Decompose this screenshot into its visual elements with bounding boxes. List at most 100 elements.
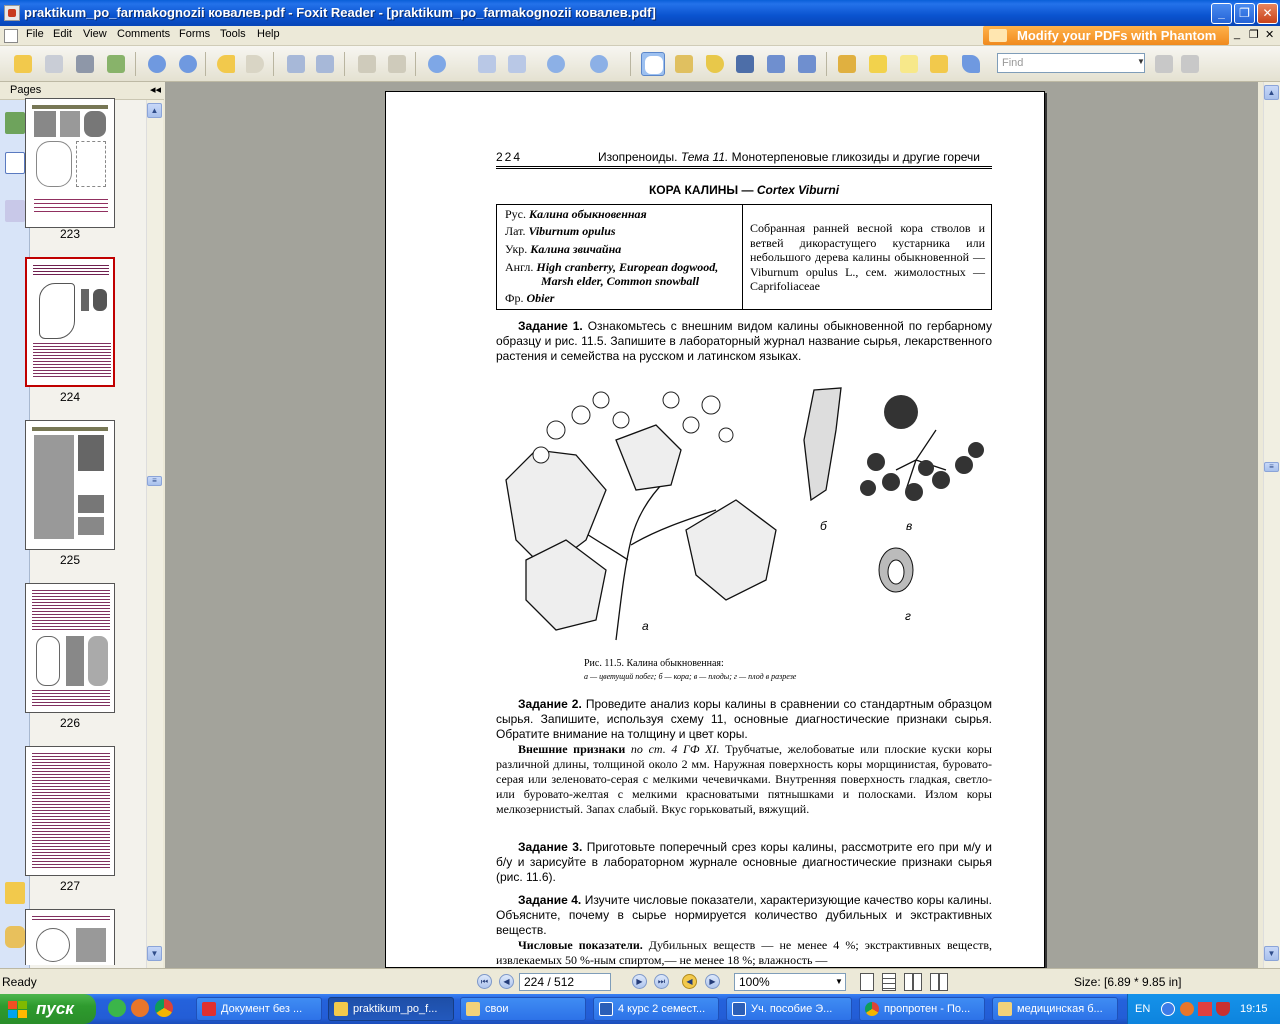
tray-app-icon[interactable] — [1180, 1002, 1194, 1016]
page-thumbnail[interactable] — [25, 583, 115, 713]
menu-comments[interactable]: Comments — [117, 28, 170, 40]
doc-close-button[interactable]: ✕ — [1265, 28, 1274, 41]
page-thumbnail[interactable] — [25, 98, 115, 228]
next-page-icon[interactable]: ▶ — [632, 974, 647, 989]
select-text-icon[interactable] — [672, 52, 696, 76]
quicklaunch-icon[interactable] — [108, 999, 126, 1017]
last-page-icon[interactable]: ⏭ — [654, 974, 669, 989]
forward-icon[interactable] — [243, 52, 267, 76]
minimize-button[interactable]: _ — [1211, 3, 1232, 24]
pages-icon[interactable] — [5, 152, 25, 174]
foxit-app-icon[interactable] — [4, 5, 20, 21]
snapshot-icon[interactable] — [795, 52, 819, 76]
go-forward-icon[interactable]: ▶ — [705, 974, 720, 989]
extract-icon[interactable] — [284, 52, 308, 76]
go-back-icon[interactable]: ◀ — [682, 974, 697, 989]
document-scrollbar[interactable]: ▲ ≡ ▼ — [1263, 82, 1280, 968]
taskbar-button[interactable]: Документ без ... — [196, 997, 322, 1021]
print-icon[interactable] — [73, 52, 97, 76]
collapse-panel-icon[interactable]: ◂◂ — [150, 83, 161, 96]
textbox-icon[interactable] — [897, 52, 921, 76]
zoom-dropdown-icon[interactable]: ▼ — [835, 977, 843, 986]
page-thumbnail[interactable] — [25, 420, 115, 550]
edit-icon[interactable] — [835, 52, 859, 76]
start-button[interactable]: пуск — [0, 994, 96, 1024]
bookmarks-icon[interactable] — [5, 112, 25, 134]
find-prev-icon[interactable] — [1152, 52, 1176, 76]
taskbar-button[interactable]: Уч. пособие Э... — [726, 997, 852, 1021]
save-icon[interactable] — [42, 52, 66, 76]
highlight-icon[interactable] — [866, 52, 890, 76]
hand-tool-icon[interactable] — [641, 52, 665, 76]
zoom-select[interactable]: 100% — [734, 973, 846, 991]
chrome-icon[interactable] — [155, 999, 173, 1017]
next-page-icon[interactable] — [176, 52, 200, 76]
fit-width-icon[interactable] — [505, 52, 529, 76]
prev-page-icon[interactable]: ◀ — [499, 974, 514, 989]
menu-file[interactable]: File — [26, 28, 44, 40]
zoom-in-icon[interactable] — [587, 52, 611, 76]
doc-minimize-button[interactable]: _ — [1234, 28, 1240, 40]
taskbar-button[interactable]: 4 курс 2 семест... — [593, 997, 719, 1021]
scroll-down-button[interactable]: ▼ — [1264, 946, 1279, 961]
language-indicator[interactable]: EN — [1135, 1003, 1150, 1015]
maximize-button[interactable]: ❐ — [1234, 3, 1255, 24]
page-thumbnail[interactable] — [25, 909, 115, 965]
undo-icon[interactable] — [355, 52, 379, 76]
menu-edit[interactable]: Edit — [53, 28, 72, 40]
scroll-down-button[interactable]: ▼ — [147, 946, 162, 961]
insert-icon[interactable] — [313, 52, 337, 76]
scroll-thumb[interactable]: ≡ — [147, 476, 162, 486]
scroll-thumb[interactable]: ≡ — [1264, 462, 1279, 472]
first-page-icon[interactable]: ⏮ — [477, 974, 492, 989]
fit-page-icon[interactable] — [475, 52, 499, 76]
close-button[interactable]: ✕ — [1257, 3, 1278, 24]
arrow-icon[interactable] — [959, 52, 983, 76]
layers-icon[interactable] — [5, 200, 25, 222]
back-icon[interactable] — [214, 52, 238, 76]
email-icon[interactable] — [104, 52, 128, 76]
taskbar-button[interactable]: пропротен - По... — [859, 997, 985, 1021]
binoculars-icon[interactable] — [733, 52, 757, 76]
system-tray: EN 19:15 — [1127, 994, 1280, 1024]
open-icon[interactable] — [11, 52, 35, 76]
continuous-facing-icon[interactable] — [930, 973, 948, 991]
redo-icon[interactable] — [385, 52, 409, 76]
scroll-up-button[interactable]: ▲ — [1264, 85, 1279, 100]
select-tool-icon[interactable] — [703, 52, 727, 76]
thumbnails-scrollbar[interactable]: ▲ ≡ ▼ — [146, 100, 163, 968]
page-thumbnail-selected[interactable] — [25, 257, 115, 387]
find-next-icon[interactable] — [1178, 52, 1202, 76]
firefox-icon[interactable] — [131, 999, 149, 1017]
taskbar-button[interactable]: медицинская б... — [992, 997, 1118, 1021]
page-number-input[interactable]: 224 / 512 — [519, 973, 611, 991]
single-page-icon[interactable] — [860, 973, 874, 991]
attachments-icon[interactable] — [5, 926, 25, 948]
berry — [955, 456, 973, 474]
typewriter-icon[interactable] — [764, 52, 788, 76]
menu-forms[interactable]: Forms — [179, 28, 210, 40]
taskbar-button[interactable]: свои — [460, 997, 586, 1021]
shield-icon[interactable] — [1216, 1002, 1230, 1016]
scroll-up-button[interactable]: ▲ — [147, 103, 162, 118]
zoom-out-icon[interactable] — [544, 52, 568, 76]
note-icon[interactable] — [927, 52, 951, 76]
phantom-promo-button[interactable]: Modify your PDFs with Phantom — [983, 26, 1229, 45]
continuous-icon[interactable] — [882, 973, 896, 991]
doc-restore-button[interactable]: ❐ — [1249, 28, 1259, 41]
comments-icon[interactable] — [5, 882, 25, 904]
facing-icon[interactable] — [904, 973, 922, 991]
menu-view[interactable]: View — [83, 28, 107, 40]
page-thumbnail[interactable] — [25, 746, 115, 876]
tray-arrow-icon[interactable] — [1161, 1002, 1175, 1016]
tray-app-icon[interactable] — [1198, 1002, 1212, 1016]
prev-page-icon[interactable] — [145, 52, 169, 76]
find-input[interactable]: Find — [997, 53, 1145, 73]
flower — [682, 416, 700, 434]
taskbar-button-active[interactable]: praktikum_po_f... — [328, 997, 454, 1021]
menu-tools[interactable]: Tools — [220, 28, 246, 40]
document-icon[interactable] — [4, 29, 18, 43]
zoom-icon[interactable] — [425, 52, 449, 76]
menu-help[interactable]: Help — [257, 28, 280, 40]
find-dropdown-icon[interactable]: ▼ — [1137, 57, 1145, 66]
